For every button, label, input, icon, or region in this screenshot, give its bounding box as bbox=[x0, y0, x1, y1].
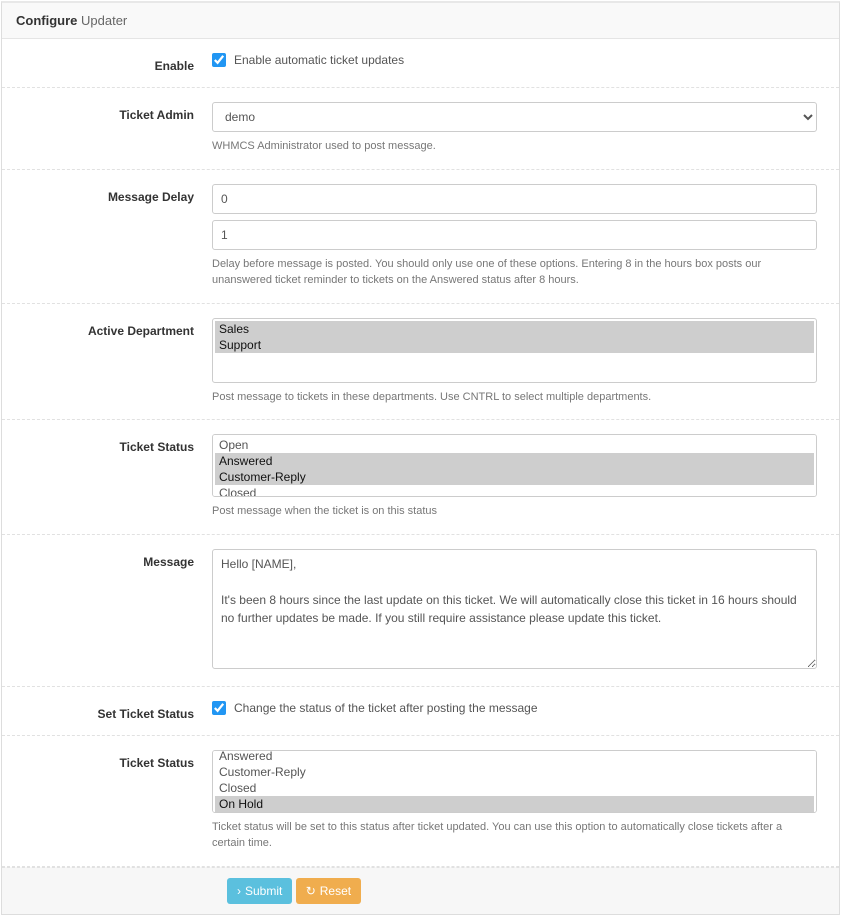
chevron-right-icon: › bbox=[237, 884, 241, 898]
select-option[interactable]: Closed bbox=[215, 485, 814, 497]
label-active-department: Active Department bbox=[12, 318, 212, 406]
select-option[interactable]: Answered bbox=[215, 453, 814, 469]
ticket-status-select-1[interactable]: OpenAnsweredCustomer-ReplyClosedOn Hold bbox=[212, 434, 817, 497]
refresh-icon: ↻ bbox=[306, 884, 316, 898]
enable-checkbox[interactable] bbox=[212, 53, 226, 67]
set-status-checkbox[interactable] bbox=[212, 701, 226, 715]
submit-label: Submit bbox=[245, 884, 282, 898]
active-department-help: Post message to tickets in these departm… bbox=[212, 389, 817, 406]
select-option[interactable]: Customer-Reply bbox=[215, 469, 814, 485]
select-option[interactable]: Answered bbox=[215, 750, 814, 764]
set-status-checkbox-wrap[interactable]: Change the status of the ticket after po… bbox=[212, 701, 817, 715]
enable-checkbox-wrap[interactable]: Enable automatic ticket updates bbox=[212, 53, 817, 67]
row-set-status: Set Ticket Status Change the status of t… bbox=[2, 687, 839, 736]
ticket-status-1-help: Post message when the ticket is on this … bbox=[212, 503, 817, 520]
row-ticket-status-2: Ticket Status OpenAnsweredCustomer-Reply… bbox=[2, 736, 839, 867]
reset-label: Reset bbox=[320, 884, 351, 898]
select-option[interactable]: Support bbox=[215, 337, 814, 353]
ticket-admin-select[interactable]: demo bbox=[212, 102, 817, 132]
message-delay-input-1[interactable] bbox=[212, 184, 817, 214]
ticket-status-2-help: Ticket status will be set to this status… bbox=[212, 819, 817, 852]
row-enable: Enable Enable automatic ticket updates bbox=[2, 39, 839, 88]
select-option[interactable]: On Hold bbox=[215, 796, 814, 812]
label-ticket-status-2: Ticket Status bbox=[12, 750, 212, 852]
submit-button[interactable]: › Submit bbox=[227, 878, 292, 904]
row-active-department: Active Department SalesSupport Post mess… bbox=[2, 304, 839, 421]
ticket-status-select-2[interactable]: OpenAnsweredCustomer-ReplyClosedOn Hold bbox=[212, 750, 817, 813]
label-ticket-admin: Ticket Admin bbox=[12, 102, 212, 155]
panel-body: Enable Enable automatic ticket updates T… bbox=[2, 39, 839, 914]
label-enable: Enable bbox=[12, 53, 212, 73]
row-ticket-status-1: Ticket Status OpenAnsweredCustomer-Reply… bbox=[2, 420, 839, 535]
row-message-delay: Message Delay Delay before message is po… bbox=[2, 170, 839, 304]
header-prefix: Configure bbox=[16, 13, 77, 28]
configure-panel: Configure Updater Enable Enable automati… bbox=[1, 1, 840, 915]
reset-button[interactable]: ↻ Reset bbox=[296, 878, 361, 904]
footer-row: › Submit ↻ Reset bbox=[2, 867, 839, 914]
header-suffix: Updater bbox=[81, 13, 127, 28]
label-message: Message bbox=[12, 549, 212, 672]
ticket-admin-help: WHMCS Administrator used to post message… bbox=[212, 138, 817, 155]
set-status-checkbox-label: Change the status of the ticket after po… bbox=[234, 701, 538, 715]
label-ticket-status-1: Ticket Status bbox=[12, 434, 212, 520]
panel-header: Configure Updater bbox=[2, 3, 839, 39]
select-option[interactable]: Sales bbox=[215, 321, 814, 337]
label-message-delay: Message Delay bbox=[12, 184, 212, 289]
select-option[interactable]: Open bbox=[215, 437, 814, 453]
row-message: Message Hello [NAME], It's been 8 hours … bbox=[2, 535, 839, 687]
active-department-select[interactable]: SalesSupport bbox=[212, 318, 817, 383]
enable-checkbox-label: Enable automatic ticket updates bbox=[234, 53, 404, 67]
select-option[interactable]: Customer-Reply bbox=[215, 764, 814, 780]
label-set-status: Set Ticket Status bbox=[12, 701, 212, 721]
message-delay-help: Delay before message is posted. You shou… bbox=[212, 256, 817, 289]
select-option[interactable]: Closed bbox=[215, 780, 814, 796]
message-delay-input-2[interactable] bbox=[212, 220, 817, 250]
message-textarea[interactable]: Hello [NAME], It's been 8 hours since th… bbox=[212, 549, 817, 669]
row-ticket-admin: Ticket Admin demo WHMCS Administrator us… bbox=[2, 88, 839, 170]
